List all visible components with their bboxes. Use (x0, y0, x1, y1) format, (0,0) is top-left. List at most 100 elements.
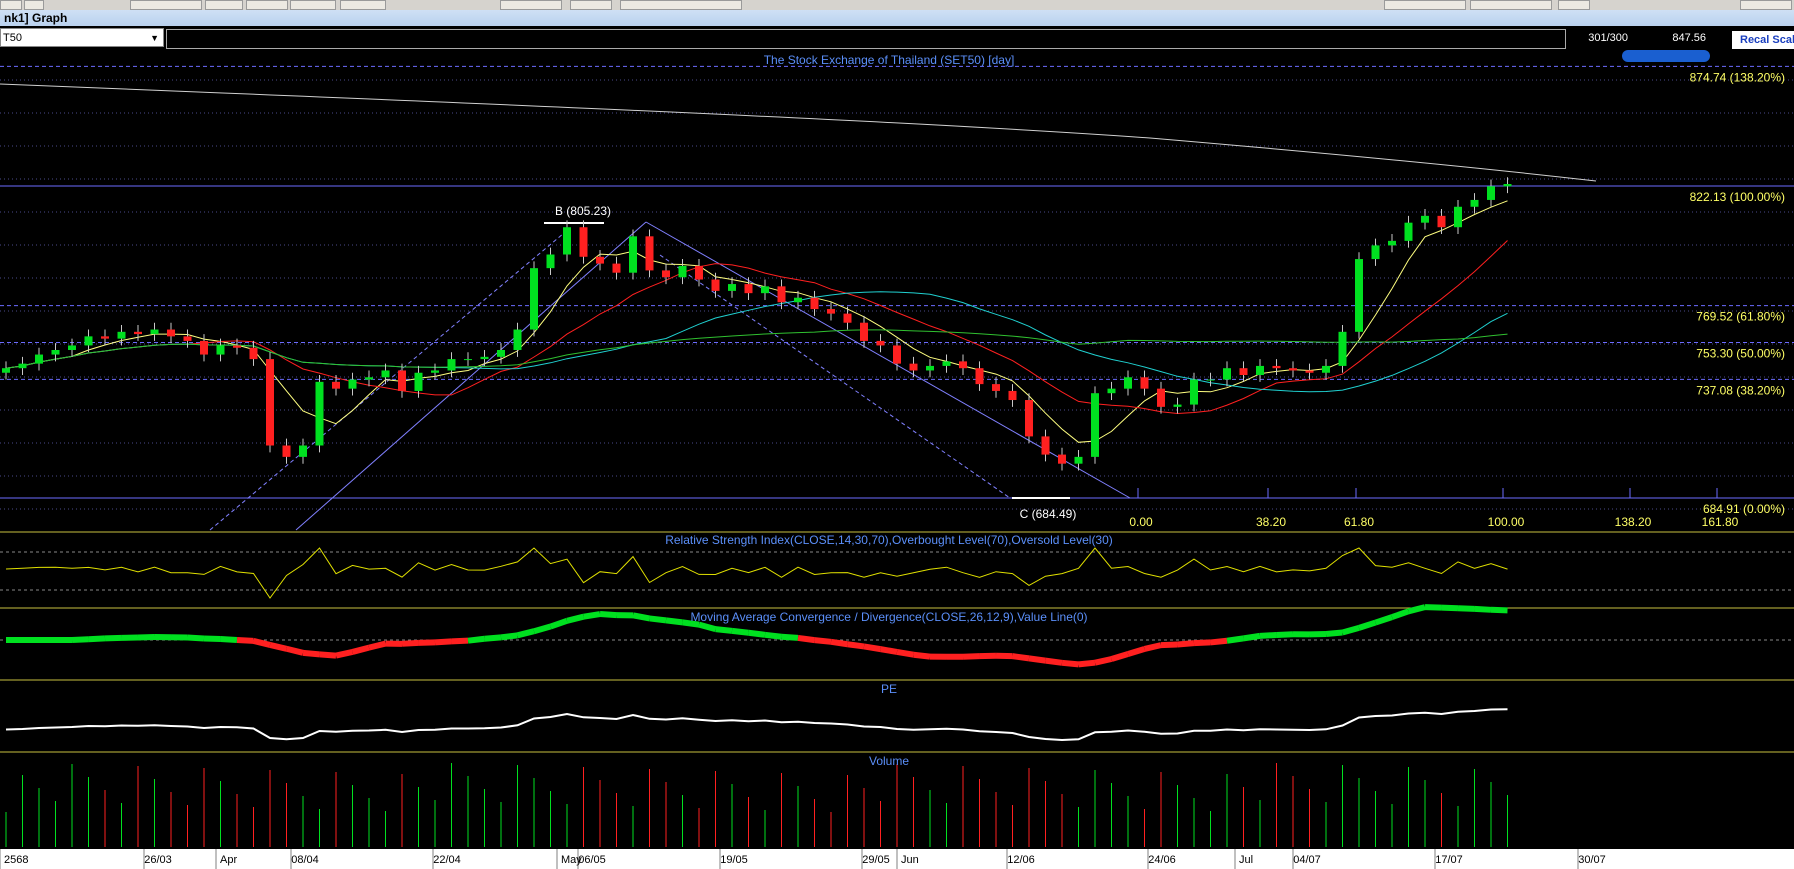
candle-body (51, 350, 60, 355)
fib-label: 737.08 (38.20%) (1696, 383, 1785, 397)
ma-line (5, 200, 1508, 443)
candle-body (1008, 390, 1017, 401)
ma-line (5, 329, 1508, 369)
toolbar-button[interactable] (246, 0, 288, 10)
macd-band (351, 644, 370, 655)
symbol-value: T50 (3, 32, 22, 44)
toolbar-button[interactable] (500, 0, 562, 10)
pe-panel-title: PE (881, 682, 897, 696)
month-label: Jun (901, 854, 919, 866)
candle-body (860, 322, 868, 341)
time-fib-label: 61.80 (1344, 515, 1374, 529)
macd-band (335, 649, 354, 659)
toolbar-button[interactable] (24, 0, 44, 10)
window-title: nk1] Graph (4, 11, 68, 25)
candle-body (678, 265, 687, 278)
annotation-b: B (805.23) (555, 204, 611, 218)
toolbar-button[interactable] (1558, 0, 1590, 10)
recal-scale-button[interactable]: Recal Scale (1732, 31, 1794, 49)
candle-body (1025, 400, 1033, 437)
candle-body (1239, 368, 1248, 376)
candle-body (1388, 240, 1396, 246)
x-tick-label: 12/06 (1007, 854, 1035, 866)
window-title-bar: nk1] Graph (0, 10, 1794, 26)
candle-body (348, 379, 357, 389)
labels: B (805.23) C (684.49) 0.00 38.20 61.80 100.00… (555, 204, 1739, 529)
macd-band (418, 639, 436, 646)
toolbar-button[interactable] (570, 0, 612, 10)
candle-body (876, 340, 885, 346)
date-from-field[interactable] (1384, 0, 1466, 10)
x-tick-label: 19/05 (720, 854, 748, 866)
macd-band (533, 623, 552, 635)
macd-band (1474, 605, 1492, 613)
candle-body (1124, 377, 1132, 389)
candle-body (645, 236, 654, 271)
candle-body (1107, 388, 1116, 394)
macd-band (236, 636, 254, 644)
candle-body (1272, 365, 1281, 369)
macd-band (104, 634, 122, 642)
candle-body (579, 227, 588, 257)
macd-band (1094, 656, 1113, 666)
macd-band (88, 635, 106, 643)
macd-band (764, 631, 782, 640)
symbol-select[interactable]: T50 ▼ (0, 28, 164, 47)
month-label: Jul (1239, 854, 1253, 866)
moving-averages (5, 200, 1508, 443)
fib-label: 753.30 (50.00%) (1696, 347, 1785, 361)
candle-body (18, 363, 27, 369)
macd-band (797, 634, 815, 644)
pe-line (5, 708, 1508, 742)
macd-band (1325, 629, 1343, 637)
toolbar-button[interactable] (620, 0, 742, 10)
chevron-down-icon[interactable]: ▼ (150, 29, 159, 48)
macd-band (649, 615, 667, 624)
candle-body (992, 384, 1000, 391)
x-tick-label: 17/07 (1435, 854, 1463, 866)
macd-band (401, 639, 419, 647)
toolbar-button[interactable] (290, 0, 336, 10)
macd-band (566, 613, 585, 624)
fib-label: 684.91 (0.00%) (1703, 502, 1785, 516)
macd-band (731, 627, 749, 636)
toolbar-button[interactable] (1740, 0, 1792, 10)
toolbar-button[interactable] (130, 0, 202, 10)
macd-band (1160, 641, 1178, 649)
bar-count: 301/300 (1588, 32, 1628, 44)
candle-body (513, 329, 522, 351)
x-axis: 26/03 08/04 22/04 06/05 19/05 29/05 12/06 24/06… (0, 849, 1606, 869)
candle-body (761, 286, 769, 294)
candle-body (315, 381, 324, 446)
pe-panel (5, 708, 1508, 742)
macd-band (1045, 657, 1063, 666)
macd-band (1358, 619, 1377, 631)
candle-body (662, 270, 670, 278)
x-tick-label: 29/05 (862, 854, 890, 866)
candle-body (1305, 370, 1314, 373)
candle-body (1190, 379, 1198, 405)
macd-band (1341, 624, 1360, 636)
volume-panel (5, 763, 1508, 847)
candle-body (1355, 259, 1363, 332)
toolbar-button[interactable] (340, 0, 386, 10)
candle-body (530, 268, 538, 330)
macd-band (1143, 642, 1162, 652)
toolbar-button[interactable] (205, 0, 243, 10)
candle-body (1421, 215, 1429, 223)
macd-band (71, 636, 89, 643)
toolbar-button[interactable] (0, 0, 22, 10)
macd-band (896, 648, 914, 658)
date-to-field[interactable] (1470, 0, 1552, 10)
candle-body (1503, 184, 1512, 187)
candle-body (249, 347, 258, 360)
macd-band (1226, 635, 1244, 644)
candle-body (794, 297, 802, 303)
x-tick-label: 30/07 (1578, 854, 1606, 866)
candle-body (1091, 393, 1099, 457)
long-ma-line (0, 83, 1597, 182)
candle-body (546, 254, 555, 269)
candle-body (629, 236, 637, 273)
macd-band (203, 635, 221, 643)
candle-body (266, 359, 274, 446)
